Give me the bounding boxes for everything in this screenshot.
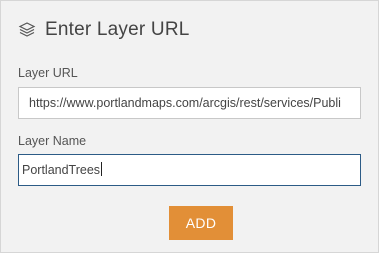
layer-name-input[interactable]: PortlandTrees (18, 154, 361, 186)
layers-icon (17, 20, 37, 40)
panel-title: Enter Layer URL (45, 19, 190, 40)
layer-url-value: https://www.portlandmaps.com/arcgis/rest… (29, 96, 341, 110)
panel-header: Enter Layer URL (17, 19, 190, 41)
text-cursor (101, 162, 103, 176)
layer-name-label: Layer Name (18, 134, 87, 148)
layer-url-input[interactable]: https://www.portlandmaps.com/arcgis/rest… (18, 87, 361, 119)
layer-url-label: Layer URL (18, 66, 78, 80)
enter-layer-url-panel: Enter Layer URL Layer URL https://www.po… (0, 0, 379, 253)
layer-name-value: PortlandTrees (22, 163, 101, 177)
add-button[interactable]: ADD (169, 206, 233, 240)
